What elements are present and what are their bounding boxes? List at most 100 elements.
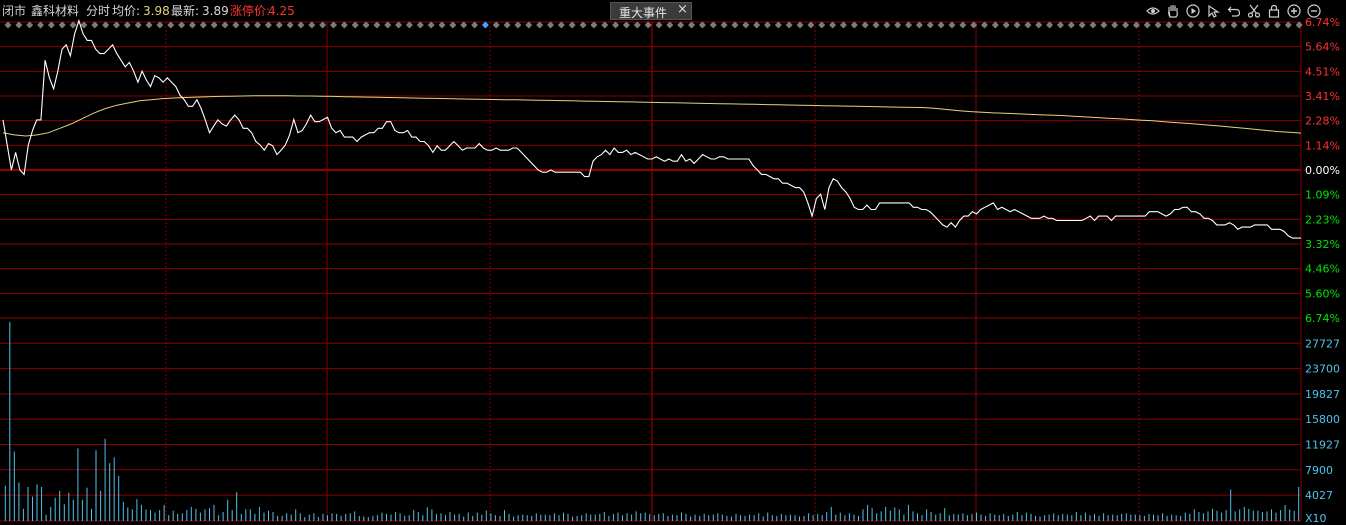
- event-marker: [1067, 21, 1075, 29]
- event-marker: [829, 21, 837, 29]
- event-marker: [362, 21, 370, 29]
- event-marker-active: [481, 21, 489, 29]
- event-marker: [796, 21, 804, 29]
- event-marker: [774, 21, 782, 29]
- event-marker: [243, 21, 251, 29]
- event-marker: [1176, 21, 1184, 29]
- volume-axis-label: 23700: [1305, 363, 1340, 376]
- event-marker: [1100, 21, 1108, 29]
- event-marker: [156, 21, 164, 29]
- event-marker: [1219, 21, 1227, 29]
- event-marker: [438, 21, 446, 29]
- event-marker: [915, 21, 923, 29]
- event-marker: [1252, 21, 1260, 29]
- event-marker: [1013, 21, 1021, 29]
- event-marker: [1295, 21, 1303, 29]
- event-marker: [286, 21, 294, 29]
- volume-axis-label: 7900: [1305, 464, 1333, 477]
- event-marker: [709, 21, 717, 29]
- event-marker: [188, 21, 196, 29]
- event-marker: [872, 21, 880, 29]
- event-marker: [405, 21, 413, 29]
- event-marker: [753, 21, 761, 29]
- event-marker: [731, 21, 739, 29]
- event-marker: [547, 21, 554, 29]
- event-marker: [1056, 21, 1064, 29]
- event-marker: [37, 21, 45, 29]
- event-marker: [698, 21, 706, 29]
- event-marker: [69, 21, 77, 29]
- event-marker: [1230, 21, 1238, 29]
- event-marker: [503, 21, 511, 29]
- event-marker: [536, 21, 544, 29]
- event-marker: [1078, 21, 1086, 29]
- volume-axis-label: 11927: [1305, 439, 1340, 452]
- event-marker: [861, 21, 869, 29]
- event-marker: [514, 21, 522, 29]
- event-marker: [785, 21, 793, 29]
- event-marker: [264, 21, 272, 29]
- event-marker: [91, 21, 99, 29]
- event-marker: [655, 21, 663, 29]
- event-marker: [395, 21, 403, 29]
- event-marker: [850, 21, 858, 29]
- event-marker: [123, 21, 131, 29]
- volume-axis-label: 4027: [1305, 489, 1333, 502]
- event-marker: [1046, 21, 1054, 29]
- event-marker: [1187, 21, 1195, 29]
- event-marker: [525, 21, 533, 29]
- y-axis-label: 3.41%: [1305, 90, 1340, 103]
- event-marker: [330, 21, 337, 29]
- event-marker: [633, 21, 641, 29]
- event-marker: [677, 21, 685, 29]
- event-marker: [894, 21, 902, 29]
- event-marker: [839, 21, 847, 29]
- event-marker: [666, 21, 674, 29]
- event-marker: [492, 21, 500, 29]
- volume-axis-label: 19827: [1305, 388, 1340, 401]
- y-axis-label: 2.23%: [1305, 213, 1340, 226]
- event-marker: [622, 21, 630, 29]
- event-marker: [373, 21, 381, 29]
- event-marker: [254, 21, 262, 29]
- event-marker: [275, 21, 283, 29]
- event-marker: [937, 21, 945, 29]
- event-marker: [601, 21, 609, 29]
- y-axis-label: 6.74%: [1305, 312, 1340, 325]
- event-marker: [460, 21, 468, 29]
- event-marker: [297, 21, 305, 29]
- y-axis-label: 3.32%: [1305, 238, 1340, 251]
- event-marker: [178, 21, 186, 29]
- event-marker: [926, 21, 934, 29]
- event-marker: [232, 21, 240, 29]
- y-axis-label: 2.28%: [1305, 115, 1340, 128]
- event-marker: [427, 21, 435, 29]
- event-marker: [1002, 21, 1010, 29]
- event-marker: [1273, 21, 1281, 29]
- event-marker: [210, 21, 218, 29]
- event-marker: [1165, 21, 1173, 29]
- event-marker: [883, 21, 891, 29]
- event-marker: [47, 21, 55, 29]
- y-axis-label: 4.51%: [1305, 65, 1340, 78]
- y-axis-label: 5.64%: [1305, 41, 1340, 54]
- event-marker: [742, 21, 750, 29]
- volume-axis-label: 27727: [1305, 337, 1340, 350]
- event-marker: [1198, 21, 1205, 29]
- event-marker: [351, 21, 359, 29]
- event-marker: [113, 21, 120, 29]
- intraday-chart[interactable]: 6.74% 5.64% 4.51% 3.41% 2.28% 1.14% 0.00% 1.09%…: [0, 0, 1346, 525]
- event-marker: [981, 21, 988, 29]
- y-axis-label: 0.00%: [1305, 164, 1340, 177]
- y-axis-label: 6.74%: [1305, 16, 1340, 29]
- event-marker: [688, 21, 696, 29]
- event-marker: [416, 21, 424, 29]
- event-marker: [1035, 21, 1043, 29]
- event-marker: [557, 21, 565, 29]
- event-marker: [644, 21, 652, 29]
- event-marker: [1111, 21, 1119, 29]
- event-marker: [959, 21, 967, 29]
- volume-axis-label: 15800: [1305, 413, 1340, 426]
- event-marker: [612, 21, 620, 29]
- event-marker: [1143, 21, 1151, 29]
